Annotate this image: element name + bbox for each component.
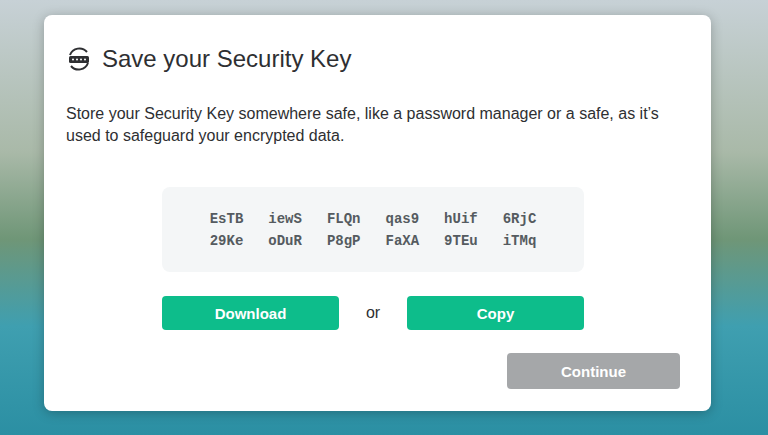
key-group: hUif: [444, 208, 478, 230]
key-group: EsTB: [210, 208, 244, 230]
key-group: qas9: [386, 208, 420, 230]
desktop-background: Save your Security Key Store your Securit…: [0, 0, 768, 435]
security-key-dialog: Save your Security Key Store your Securit…: [44, 15, 711, 411]
key-group: FLQn: [327, 208, 361, 230]
key-group: iTMq: [503, 230, 537, 252]
continue-button: Continue: [507, 353, 680, 389]
key-group: iewS: [268, 208, 302, 230]
key-backup-icon: [66, 46, 92, 72]
key-group: oDuR: [268, 230, 302, 252]
key-group: 9TEu: [444, 230, 478, 252]
dialog-description: Store your Security Key somewhere safe, …: [66, 103, 680, 147]
key-group: FaXA: [386, 230, 420, 252]
security-key-box: EsTB iewS FLQn qas9 hUif 6RjC 29Ke oDuR P8gP FaXA…: [162, 187, 584, 272]
dialog-footer: Continue: [66, 353, 680, 389]
title-row: Save your Security Key: [66, 45, 680, 73]
key-group: P8gP: [327, 230, 361, 252]
key-row: 29Ke oDuR P8gP FaXA 9TEu iTMq: [210, 230, 537, 252]
copy-button[interactable]: Copy: [407, 296, 584, 330]
key-group: 6RjC: [503, 208, 537, 230]
key-row: EsTB iewS FLQn qas9 hUif 6RjC: [210, 208, 537, 230]
download-button[interactable]: Download: [162, 296, 339, 330]
dialog-title: Save your Security Key: [102, 45, 351, 73]
key-group: 29Ke: [210, 230, 244, 252]
action-row: Download or Copy: [162, 296, 584, 330]
or-separator: or: [366, 304, 380, 322]
